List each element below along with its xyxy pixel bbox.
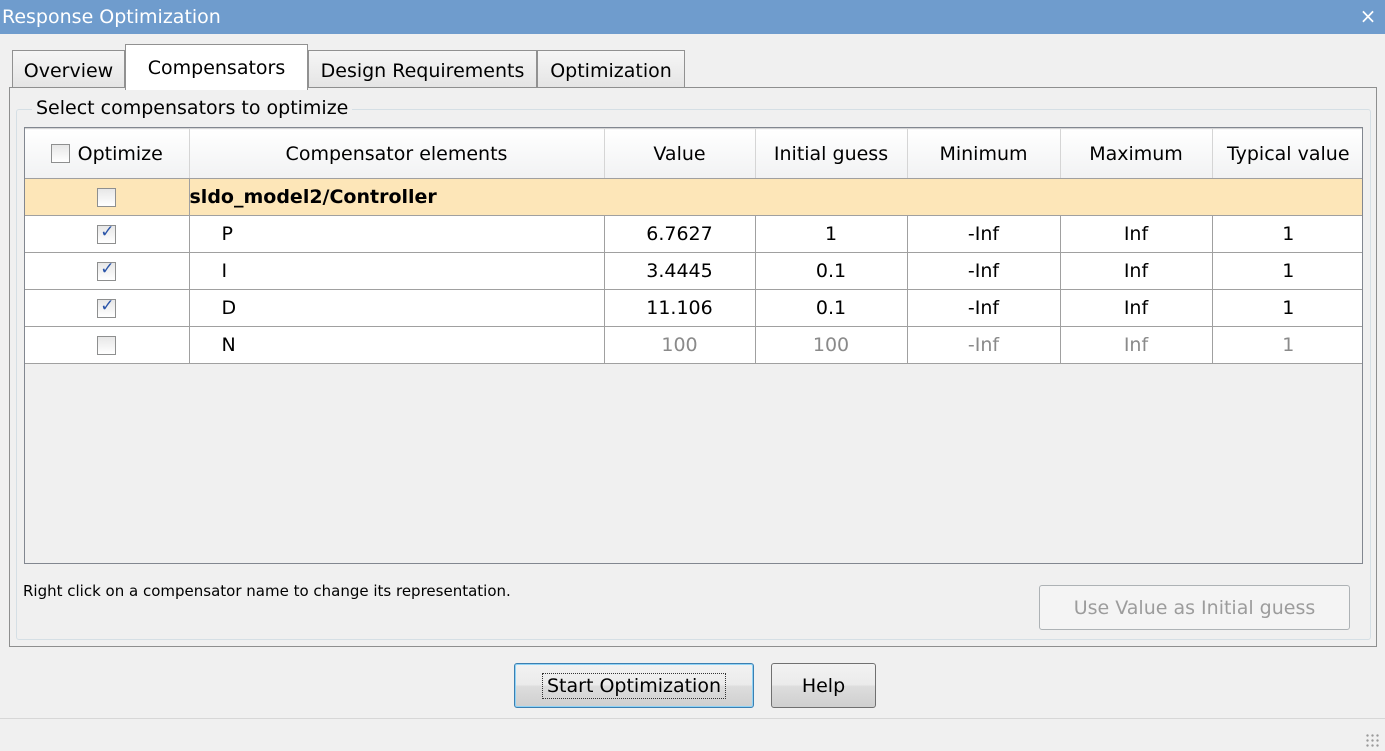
table-header: Optimize Compensator elements Value Init… <box>25 128 1362 179</box>
maximum-cell[interactable]: Inf <box>1059 326 1213 364</box>
table-row[interactable]: P 6.7627 1 -Inf Inf 1 <box>25 215 1362 253</box>
minimum-cell[interactable]: -Inf <box>906 215 1061 253</box>
typical-value-cell[interactable]: 1 <box>1211 252 1362 290</box>
optimize-checkbox[interactable] <box>97 296 117 318</box>
column-header-elements[interactable]: Compensator elements <box>188 128 605 179</box>
maximum-cell[interactable]: Inf <box>1059 252 1213 290</box>
compensator-table: Optimize Compensator elements Value Init… <box>24 127 1363 564</box>
title-bar: Response Optimization × <box>0 0 1385 34</box>
select-all-checkbox[interactable] <box>50 144 70 163</box>
optimize-checkbox[interactable] <box>97 222 117 244</box>
column-header-maximum[interactable]: Maximum <box>1059 128 1213 179</box>
group-row[interactable]: sldo_model2/Controller <box>25 178 1362 216</box>
value-cell[interactable]: 6.7627 <box>603 215 756 253</box>
tab-optimization[interactable]: Optimization <box>537 50 685 90</box>
value-cell[interactable]: 100 <box>603 326 756 364</box>
close-icon[interactable]: × <box>1357 4 1379 28</box>
element-name[interactable]: I <box>188 252 605 290</box>
tab-compensators[interactable]: Compensators <box>125 44 308 90</box>
minimum-cell[interactable]: -Inf <box>906 252 1061 290</box>
help-button[interactable]: Help <box>771 663 876 708</box>
column-header-minimum[interactable]: Minimum <box>906 128 1061 179</box>
status-bar <box>0 718 1385 751</box>
use-value-as-initial-guess-button[interactable]: Use Value as Initial guess <box>1039 585 1350 630</box>
element-name[interactable]: D <box>188 289 605 327</box>
optimize-cell <box>25 252 190 290</box>
optimize-checkbox[interactable] <box>97 336 117 355</box>
column-header-initial-guess[interactable]: Initial guess <box>754 128 908 179</box>
typical-value-cell[interactable]: 1 <box>1211 289 1362 327</box>
column-header-typical-value[interactable]: Typical value <box>1211 128 1362 179</box>
optimize-cell <box>25 289 190 327</box>
optimize-checkbox[interactable] <box>97 259 117 281</box>
element-name[interactable]: N <box>188 326 605 364</box>
minimum-cell[interactable]: -Inf <box>906 289 1061 327</box>
tab-overview[interactable]: Overview <box>12 50 125 90</box>
value-cell[interactable]: 3.4445 <box>603 252 756 290</box>
table-row[interactable]: D 11.106 0.1 -Inf Inf 1 <box>25 289 1362 327</box>
hint-text: Right click on a compensator name to cha… <box>23 582 511 600</box>
typical-value-cell[interactable]: 1 <box>1211 326 1362 364</box>
group-checkbox[interactable] <box>97 188 117 207</box>
maximum-cell[interactable]: Inf <box>1059 289 1213 327</box>
group-optimize-cell <box>25 178 190 216</box>
group-name[interactable]: sldo_model2/Controller <box>188 178 1362 216</box>
initial-guess-cell[interactable]: 0.1 <box>754 252 908 290</box>
column-header-label: Optimize <box>77 142 163 165</box>
table-row[interactable]: N 100 100 -Inf Inf 1 <box>25 326 1362 364</box>
initial-guess-cell[interactable]: 0.1 <box>754 289 908 327</box>
optimize-cell <box>25 326 190 364</box>
column-header-optimize[interactable]: Optimize <box>25 128 190 179</box>
start-optimization-button[interactable]: Start Optimization <box>514 663 754 708</box>
group-legend: Select compensators to optimize <box>32 97 353 119</box>
table-row[interactable]: I 3.4445 0.1 -Inf Inf 1 <box>25 252 1362 290</box>
column-header-value[interactable]: Value <box>603 128 756 179</box>
initial-guess-cell[interactable]: 100 <box>754 326 908 364</box>
window-title: Response Optimization <box>2 6 221 28</box>
resize-grip-icon[interactable] <box>1365 733 1379 747</box>
minimum-cell[interactable]: -Inf <box>906 326 1061 364</box>
typical-value-cell[interactable]: 1 <box>1211 215 1362 253</box>
start-optimization-label: Start Optimization <box>542 672 726 699</box>
element-name[interactable]: P <box>188 215 605 253</box>
initial-guess-cell[interactable]: 1 <box>754 215 908 253</box>
value-cell[interactable]: 11.106 <box>603 289 756 327</box>
maximum-cell[interactable]: Inf <box>1059 215 1213 253</box>
optimize-cell <box>25 215 190 253</box>
tab-design-requirements[interactable]: Design Requirements <box>308 50 537 90</box>
